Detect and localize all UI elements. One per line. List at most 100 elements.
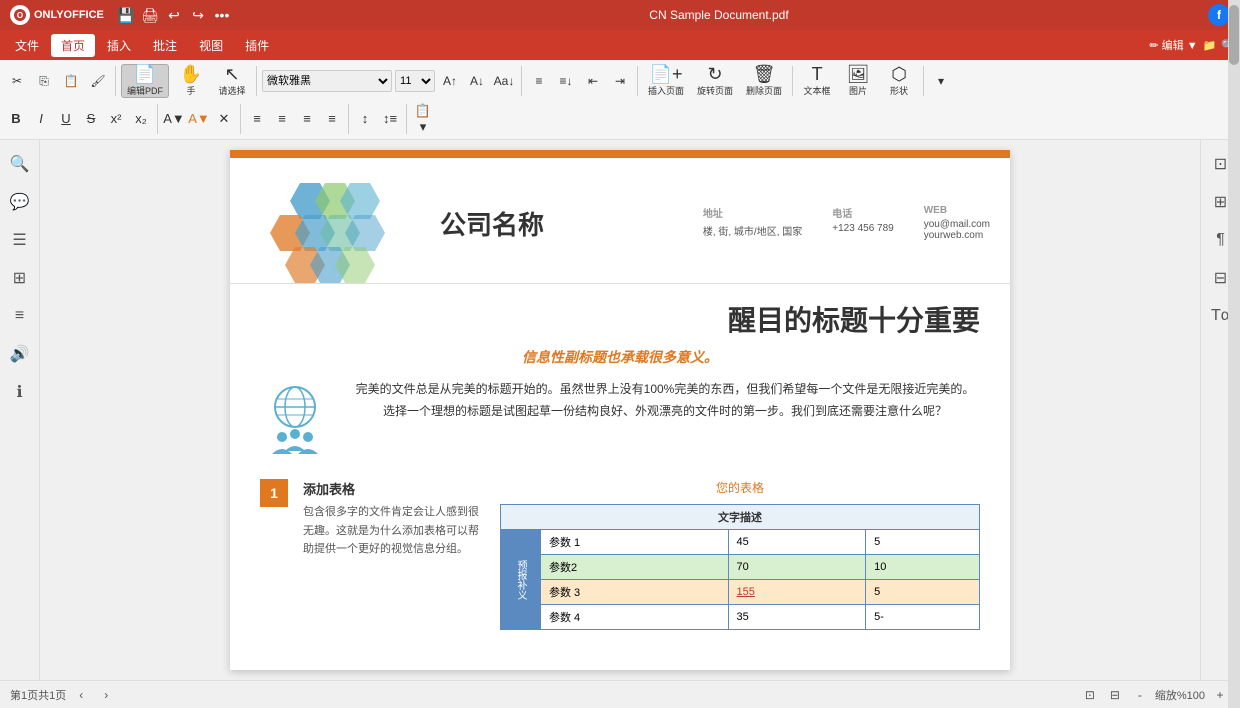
phone-col: 电话 +123 456 789: [832, 205, 893, 241]
clear-format-button[interactable]: ✕: [213, 108, 235, 130]
sidebar-info-icon[interactable]: ℹ: [6, 378, 34, 406]
sep10: [406, 104, 407, 134]
param3-link[interactable]: 155: [737, 586, 755, 598]
toolbar-row1: ✂ ⎘ 📋 🖌 📄 编辑PDF ✋ 手 ↖ 请选择 微软雅黑 11 A↑ A↓ …: [5, 62, 1235, 100]
more-button[interactable]: •••: [214, 7, 230, 23]
menu-insert[interactable]: 插入: [97, 34, 141, 57]
copy-button[interactable]: ⎘: [32, 69, 56, 93]
font-color-button[interactable]: A▼: [188, 108, 210, 130]
param1-label: 参数 1: [541, 530, 729, 555]
select-button[interactable]: ↖ 请选择: [213, 64, 251, 98]
section-body: 包含很多字的文件肯定会让人感到很无趣。这就是为什么添加表格可以帮助提供一个更好的…: [303, 503, 480, 559]
menu-home[interactable]: 首页: [51, 34, 95, 57]
clipboard-dropdown[interactable]: ▾: [929, 69, 953, 93]
menu-comment[interactable]: 批注: [143, 34, 187, 57]
paste-button[interactable]: 📋: [59, 69, 83, 93]
increase-font-button[interactable]: A↑: [438, 69, 462, 93]
font-name-select[interactable]: 微软雅黑: [262, 70, 392, 92]
delete-label: 删除页面: [746, 84, 782, 97]
content-row: 1 添加表格 包含很多字的文件肯定会让人感到很无趣。这就是为什么添加表格可以帮助…: [260, 479, 980, 630]
align-right-button[interactable]: ≡: [296, 108, 318, 130]
company-header: 公司名称 地址 楼, 街, 城市/地区, 国家 电话 +123 456 789 …: [230, 158, 1010, 284]
sidebar-chat-icon[interactable]: 💬: [6, 188, 34, 216]
fit-page-button[interactable]: ⊡: [1080, 685, 1100, 705]
edit-mode-label: ✏ 编辑 ▼: [1149, 37, 1197, 53]
textbox-button[interactable]: T 文本框: [798, 64, 836, 98]
edit-pdf-icon: 📄: [134, 65, 156, 83]
list-number-button[interactable]: ≡↓: [554, 69, 578, 93]
param3-label: 参数 3: [541, 580, 729, 605]
delete-page-button[interactable]: 🗑 删除页面: [741, 64, 787, 98]
address-col: 地址 楼, 街, 城市/地区, 国家: [703, 205, 802, 241]
menu-file[interactable]: 文件: [5, 34, 49, 57]
indent-increase-button[interactable]: ⇥: [608, 69, 632, 93]
menu-view[interactable]: 视图: [189, 34, 233, 57]
align-left-button[interactable]: ≡: [246, 108, 268, 130]
highlight-button[interactable]: A▼: [163, 108, 185, 130]
section-number: 1: [260, 479, 288, 507]
edit-pdf-label: 编辑PDF: [127, 84, 163, 97]
insert-page-button[interactable]: 📄+ 插入页面: [643, 64, 689, 98]
document-page: 公司名称 地址 楼, 街, 城市/地区, 国家 电话 +123 456 789 …: [230, 150, 1010, 670]
prev-page-button[interactable]: ‹: [71, 685, 91, 705]
sidebar-headings-icon[interactable]: ☰: [6, 226, 34, 254]
italic-button[interactable]: I: [30, 108, 52, 130]
format-painter-button[interactable]: 🖌: [86, 69, 110, 93]
line-spacing-button[interactable]: ↕: [354, 108, 376, 130]
edit-pdf-button[interactable]: 📄 编辑PDF: [121, 64, 169, 98]
undo-button[interactable]: ↩: [166, 7, 182, 23]
param3-val1: 155: [728, 580, 866, 605]
sidebar-pages-icon[interactable]: ⊞: [6, 264, 34, 292]
paste-special-button[interactable]: 📋▾: [412, 108, 434, 130]
table-row: 参数 4 35 5-: [501, 605, 980, 630]
menu-plugin[interactable]: 插件: [235, 34, 279, 57]
image-button[interactable]: 🖼 图片: [839, 64, 877, 98]
sidebar-list-icon[interactable]: ≡: [6, 302, 34, 330]
redo-button[interactable]: ↪: [190, 7, 206, 23]
web-col: WEB you@mail.com yourweb.com: [924, 205, 990, 241]
decrease-font-button[interactable]: A↓: [465, 69, 489, 93]
list-bullet-button[interactable]: ≡: [527, 69, 551, 93]
hand-tool-button[interactable]: ✋ 手: [172, 64, 210, 98]
main-title: 醒目的标题十分重要: [260, 299, 980, 339]
bold-button[interactable]: B: [5, 108, 27, 130]
rotate-icon: ↻: [707, 65, 722, 83]
company-logo: [250, 173, 430, 273]
table-row: 参数2 70 10: [501, 555, 980, 580]
param2-val1: 70: [728, 555, 866, 580]
zoom-in-button[interactable]: +: [1210, 685, 1230, 705]
para-spacing-button[interactable]: ↕≡: [379, 108, 401, 130]
save-button[interactable]: 💾: [118, 7, 134, 23]
zoom-out-button[interactable]: -: [1130, 685, 1150, 705]
strikethrough-button[interactable]: S: [80, 108, 102, 130]
indent-decrease-button[interactable]: ⇤: [581, 69, 605, 93]
sidebar-audio-icon[interactable]: 🔊: [6, 340, 34, 368]
case-button[interactable]: Aa↓: [492, 69, 516, 93]
sidebar-search-icon[interactable]: 🔍: [6, 150, 34, 178]
phone-value: +123 456 789: [832, 223, 893, 234]
subscript-button[interactable]: x₂: [130, 108, 152, 130]
title-bar-right: f: [1208, 4, 1230, 26]
align-justify-button[interactable]: ≡: [321, 108, 343, 130]
rotate-page-button[interactable]: ↻ 旋转页面: [692, 64, 738, 98]
save-location-btn[interactable]: 📁: [1203, 39, 1217, 52]
fit-width-button[interactable]: ⊟: [1105, 685, 1125, 705]
font-size-select[interactable]: 11: [395, 70, 435, 92]
globe-icon-area: [260, 379, 330, 464]
document-area: 公司名称 地址 楼, 街, 城市/地区, 国家 电话 +123 456 789 …: [40, 140, 1200, 680]
table-header-cell: 文字描述: [501, 505, 980, 530]
data-table: 文字描述 预报补义 参数 1 45 5: [500, 504, 980, 630]
company-name: 公司名称: [440, 205, 544, 242]
underline-button[interactable]: U: [55, 108, 77, 130]
hand-icon: ✋: [180, 65, 202, 83]
next-page-button[interactable]: ›: [96, 685, 116, 705]
select-icon: ↖: [224, 65, 239, 83]
superscript-button[interactable]: x²: [105, 108, 127, 130]
param3-val2: 5: [866, 580, 980, 605]
shape-button[interactable]: ⬡ 形状: [880, 64, 918, 98]
align-center-button[interactable]: ≡: [271, 108, 293, 130]
cut-button[interactable]: ✂: [5, 69, 29, 93]
print-button[interactable]: 🖨: [142, 7, 158, 23]
address-value: 楼, 街, 城市/地区, 国家: [703, 223, 802, 238]
image-label: 图片: [849, 84, 867, 97]
